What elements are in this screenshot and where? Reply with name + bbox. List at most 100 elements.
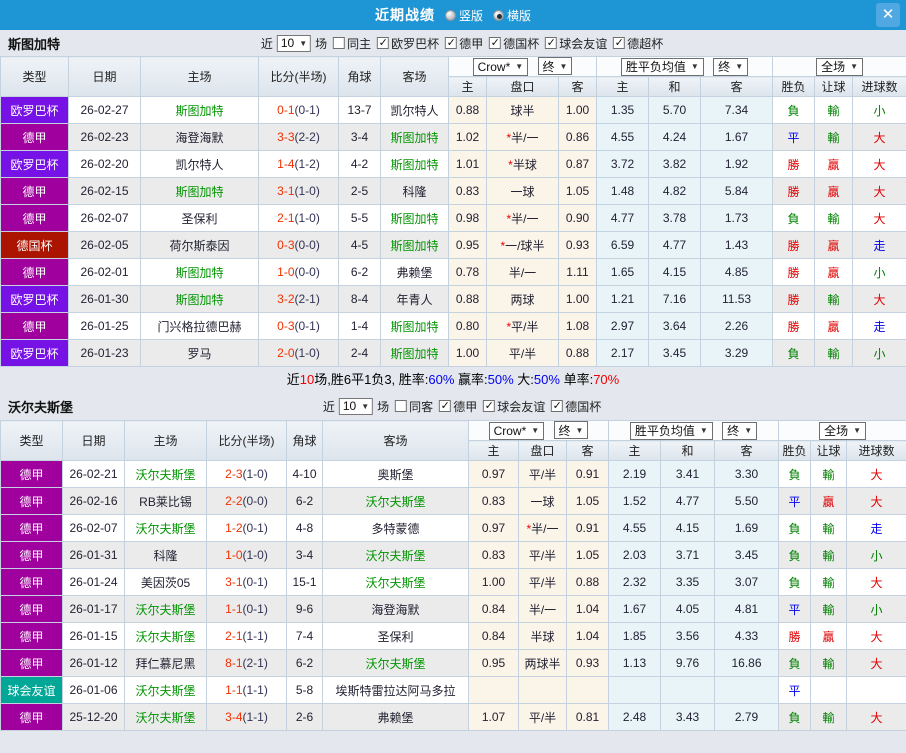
bookmaker-group-header: Crow* ▼ 终 ▼ [448, 56, 597, 77]
home-team: 沃尔夫斯堡 [124, 622, 207, 650]
avg-away-odds: 16.86 [713, 649, 780, 677]
summary-part: 70% [593, 372, 620, 387]
filter-bar: 近 10 ▼ 场 同主 ✓ 欧罗巴杯 ✓ 德甲 ✓ 德国杯 ✓ 球会友谊 ✓ 德超杯 [261, 34, 663, 52]
avg-home-odds: 1.21 [596, 285, 649, 313]
handicap-result: 輸 [810, 595, 848, 623]
result: 負 [772, 339, 816, 367]
team-name: 沃尔夫斯堡 [8, 399, 74, 415]
same-venue-filter[interactable]: 同主 [333, 35, 371, 52]
chevron-down-icon: ▼ [735, 62, 744, 71]
scope-group-header: 全场 ▼ [778, 420, 906, 441]
checkbox-icon[interactable]: ✓ [489, 37, 502, 49]
competition-filter[interactable]: ✓ 德甲 [439, 398, 477, 415]
avg-draw-odds: 3.43 [660, 703, 715, 731]
odds-stage-select[interactable]: 终 ▼ [553, 421, 589, 440]
col-header-home: 主场 [140, 56, 259, 97]
games-unit-label: 场 [315, 36, 328, 51]
scope-select[interactable]: 全场 ▼ [819, 421, 866, 440]
radio-unselected-icon[interactable] [444, 9, 456, 21]
chevron-down-icon: ▼ [299, 38, 308, 48]
handicap: 两球半 [518, 649, 567, 677]
average-group-header: 胜平负均值 ▼ 终 ▼ [595, 56, 774, 77]
same-venue-filter[interactable]: 同客 [395, 398, 433, 415]
score-cell: 1-2(0-1) [206, 514, 287, 542]
corners: 4-8 [286, 514, 323, 542]
checkbox-icon[interactable]: ✓ [551, 400, 564, 412]
match-row: 德甲 26-02-23 海登海默 3-3(2-2) 3-4 斯图加特 1.02 *半/一 0.8… [0, 123, 906, 151]
crow-away-odds: 0.91 [566, 514, 609, 542]
games-count-select[interactable]: 10 ▼ [338, 397, 374, 415]
competition-filter[interactable]: ✓ 球会友谊 [545, 35, 607, 52]
match-row: 德甲 26-02-15 斯图加特 3-1(1-0) 2-5 科隆 0.83 一球 1.05 1.4… [0, 177, 906, 205]
checkbox-icon[interactable] [395, 400, 408, 412]
away-team: 圣保利 [322, 622, 469, 650]
average-stage-select[interactable]: 终 ▼ [713, 57, 749, 76]
away-team: 沃尔夫斯堡 [322, 487, 469, 515]
average-type-select[interactable]: 胜平负均值 ▼ [620, 57, 704, 76]
sub-header-avg-draw: 和 [648, 76, 701, 97]
checkbox-icon[interactable]: ✓ [483, 400, 496, 412]
average-type-select[interactable]: 胜平负均值 ▼ [629, 421, 713, 440]
corners: 6-2 [286, 487, 323, 515]
crow-home-odds: 1.02 [448, 123, 487, 151]
chevron-down-icon: ▼ [690, 62, 699, 71]
goals-result: 大 [846, 703, 906, 731]
col-header-corner: 角球 [286, 420, 323, 461]
team-section-wolfsburg: 沃尔夫斯堡 近 10 ▼ 场 同客 ✓ 德甲 ✓ 球会友谊 ✓ 德国杯 类型 日… [0, 392, 906, 731]
competition-filter[interactable]: ✓ 德国杯 [551, 398, 601, 415]
match-date: 26-01-31 [62, 541, 125, 569]
handicap: 平/半 [518, 703, 567, 731]
avg-draw-odds: 9.76 [660, 649, 715, 677]
competition-filter[interactable]: ✓ 欧罗巴杯 [377, 35, 439, 52]
handicap-result: 輸 [810, 703, 848, 731]
home-team: 凯尔特人 [140, 150, 259, 178]
crow-away-odds: 1.00 [558, 285, 597, 313]
handicap-result: 輸 [814, 204, 854, 232]
games-count-value: 10 [280, 36, 295, 50]
away-team: 斯图加特 [380, 123, 449, 151]
league-badge: 德甲 [0, 649, 63, 677]
sub-header-avg-draw: 和 [660, 440, 715, 461]
chevron-down-icon: ▼ [559, 61, 568, 71]
layout-horizontal-option[interactable]: 横版 [493, 7, 531, 24]
chevron-down-icon: ▼ [744, 426, 753, 435]
competition-filter[interactable]: ✓ 球会友谊 [483, 398, 545, 415]
bookmaker-select[interactable]: Crow* ▼ [472, 57, 529, 76]
match-date: 26-02-27 [68, 96, 141, 124]
score-cell: 3-1(1-0) [258, 177, 339, 205]
checkbox-icon[interactable]: ✓ [445, 37, 458, 49]
competition-filter[interactable]: ✓ 德甲 [445, 35, 483, 52]
odds-stage-select[interactable]: 终 ▼ [537, 57, 573, 76]
average-stage-select[interactable]: 终 ▼ [722, 421, 758, 440]
avg-home-odds [608, 676, 661, 704]
summary-part: 大: [513, 372, 534, 387]
scope-select[interactable]: 全场 ▼ [816, 57, 863, 76]
games-unit-label: 场 [377, 399, 390, 414]
competition-filter[interactable]: ✓ 德国杯 [489, 35, 539, 52]
away-team: 斯图加特 [380, 339, 449, 367]
checkbox-icon[interactable]: ✓ [439, 400, 452, 412]
competition-filters: ✓ 德甲 ✓ 球会友谊 ✓ 德国杯 [433, 398, 601, 415]
bookmaker-select[interactable]: Crow* ▼ [488, 421, 545, 440]
avg-home-odds: 1.48 [596, 177, 649, 205]
sub-header-avg-away: 客 [713, 440, 780, 461]
handicap-result [810, 676, 848, 704]
away-team: 沃尔夫斯堡 [322, 541, 469, 569]
checkbox-icon[interactable]: ✓ [545, 37, 558, 49]
result: 勝 [772, 285, 816, 313]
checkbox-icon[interactable] [333, 37, 346, 49]
checkbox-icon[interactable]: ✓ [377, 37, 390, 49]
close-button[interactable]: ✕ [876, 3, 900, 27]
col-header-away: 客场 [322, 420, 469, 461]
competition-filter[interactable]: ✓ 德超杯 [613, 35, 663, 52]
summary-part: 场,胜6平1负3, 胜率: [314, 372, 429, 387]
summary-part: 10 [299, 372, 315, 387]
layout-vertical-option[interactable]: 竖版 [444, 7, 483, 24]
checkbox-icon[interactable]: ✓ [613, 37, 626, 49]
match-row: 德甲 26-02-07 沃尔夫斯堡 1-2(0-1) 4-8 多特蒙德 0.97 *半/一 0.… [0, 514, 906, 542]
corners: 8-4 [338, 285, 381, 313]
games-count-select[interactable]: 10 ▼ [276, 34, 312, 52]
competition-filter-label: 德甲 [453, 399, 478, 414]
radio-selected-icon[interactable] [493, 9, 504, 21]
result: 負 [778, 541, 812, 569]
